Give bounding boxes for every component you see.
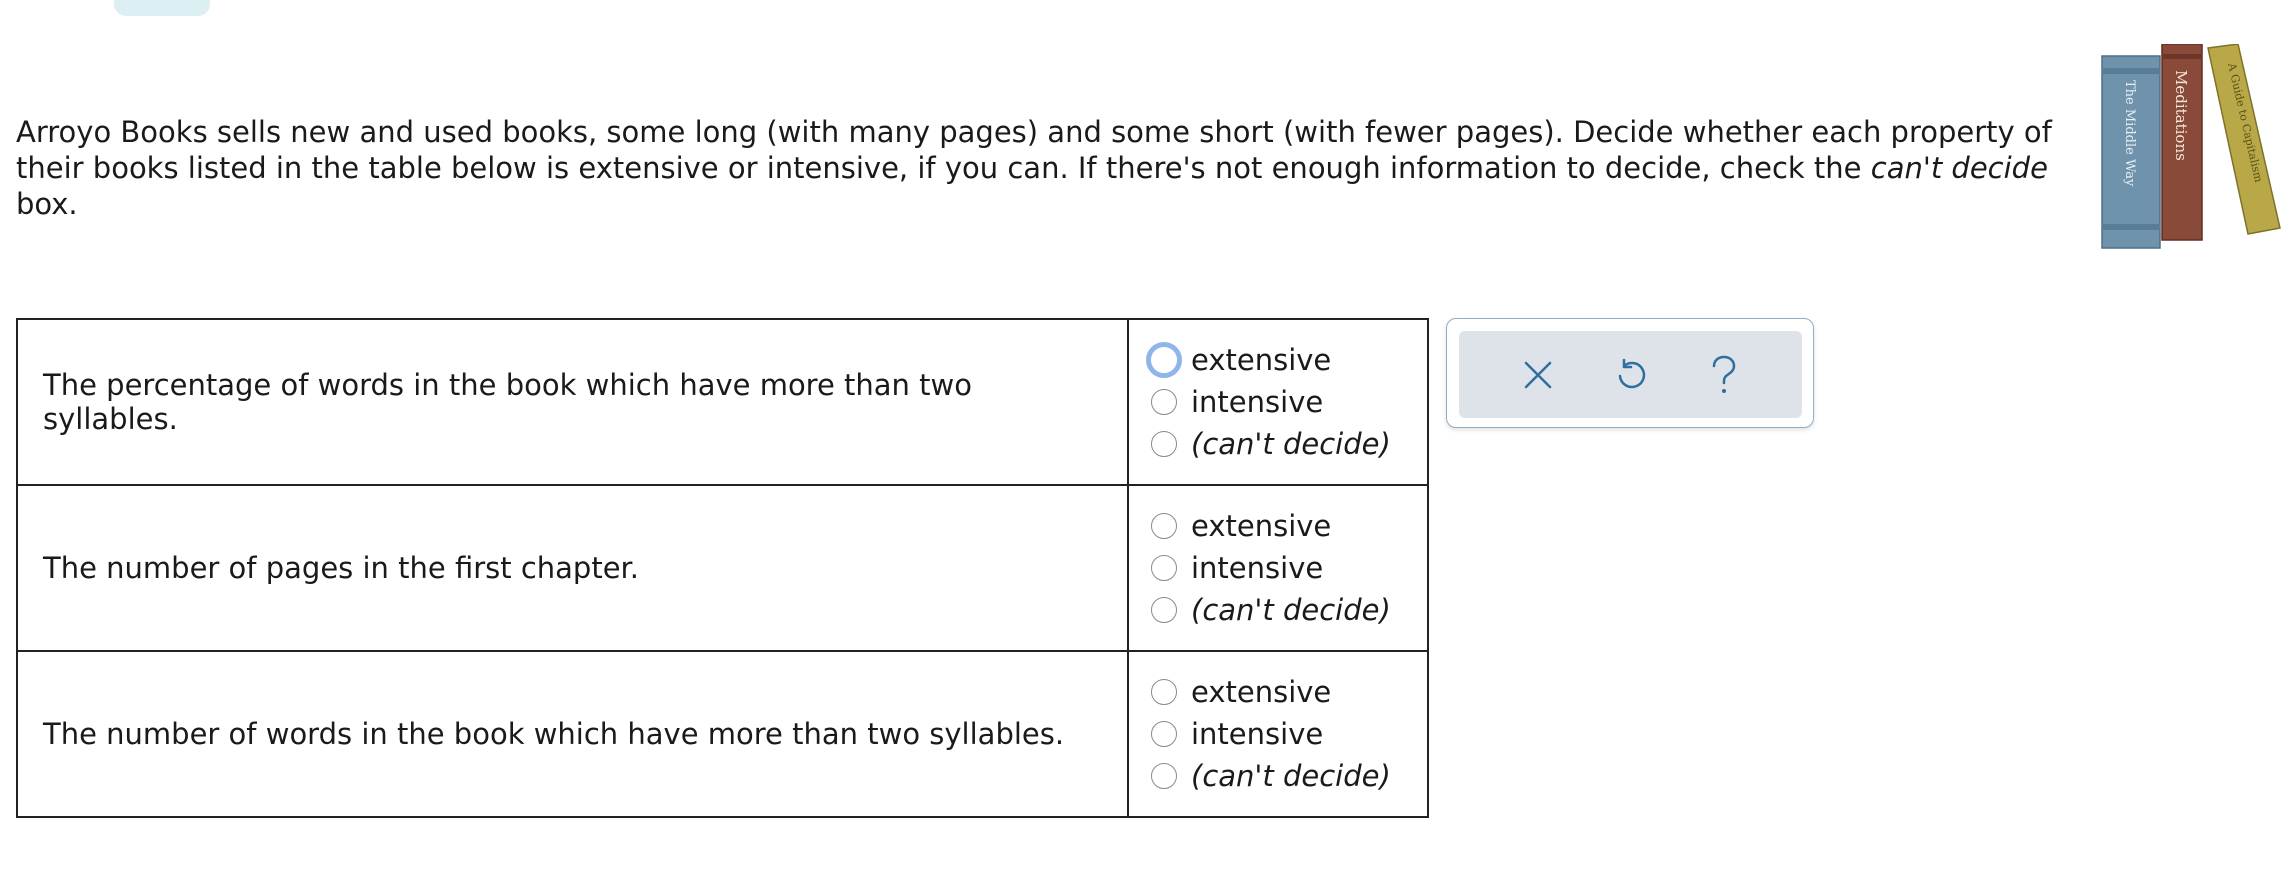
radio-button[interactable] xyxy=(1146,342,1182,378)
radio-button[interactable] xyxy=(1151,431,1177,457)
property-cell: The percentage of words in the book whic… xyxy=(16,318,1129,486)
option-label: extensive xyxy=(1191,343,1332,377)
radio-group-row-2: extensive intensive (can't decide) xyxy=(1129,505,1427,631)
option-intensive[interactable]: intensive xyxy=(1151,713,1427,755)
radio-button[interactable] xyxy=(1151,389,1177,415)
help-icon xyxy=(1712,355,1735,393)
top-tab xyxy=(114,0,210,16)
prompt-emphasis: can't decide xyxy=(1870,151,2048,185)
option-label: intensive xyxy=(1191,551,1324,585)
radio-group-row-1: extensive intensive (can't decide) xyxy=(1129,339,1427,465)
clear-button[interactable] xyxy=(1508,345,1568,405)
option-intensive[interactable]: intensive xyxy=(1151,381,1427,423)
property-cell: The number of pages in the first chapter… xyxy=(16,484,1129,652)
properties-table: The percentage of words in the book whic… xyxy=(16,318,1429,818)
book-title-2: Meditations xyxy=(2172,70,2190,161)
undo-icon xyxy=(1618,358,1645,388)
option-label: (can't decide) xyxy=(1191,427,1391,461)
option-extensive[interactable]: extensive xyxy=(1151,505,1427,547)
option-label: extensive xyxy=(1191,675,1332,709)
table-row: The number of words in the book which ha… xyxy=(16,650,1429,818)
choices-cell: extensive intensive (can't decide) xyxy=(1127,650,1429,818)
undo-button[interactable] xyxy=(1601,345,1661,405)
books-illustration: The Middle Way Meditations A Guide to Ca… xyxy=(2101,44,2281,249)
option-label: (can't decide) xyxy=(1191,593,1391,627)
radio-button[interactable] xyxy=(1151,597,1177,623)
radio-button[interactable] xyxy=(1151,513,1177,539)
help-button[interactable] xyxy=(1694,345,1754,405)
option-intensive[interactable]: intensive xyxy=(1151,547,1427,589)
radio-button[interactable] xyxy=(1151,721,1177,747)
option-extensive[interactable]: extensive xyxy=(1151,671,1427,713)
radio-button[interactable] xyxy=(1151,763,1177,789)
option-cant-decide[interactable]: (can't decide) xyxy=(1151,755,1427,797)
option-cant-decide[interactable]: (can't decide) xyxy=(1151,589,1427,631)
property-cell: The number of words in the book which ha… xyxy=(16,650,1129,818)
radio-button[interactable] xyxy=(1151,555,1177,581)
option-cant-decide[interactable]: (can't decide) xyxy=(1151,423,1427,465)
prompt-text-end: box. xyxy=(16,187,78,221)
table-row: The number of pages in the first chapter… xyxy=(16,484,1429,652)
table-row: The percentage of words in the book whic… xyxy=(16,318,1429,486)
option-label: intensive xyxy=(1191,385,1324,419)
option-label: (can't decide) xyxy=(1191,759,1391,793)
option-label: intensive xyxy=(1191,717,1324,751)
toolbar-buttons xyxy=(1459,331,1802,418)
choices-cell: extensive intensive (can't decide) xyxy=(1127,318,1429,486)
prompt-text: Arroyo Books sells new and used books, s… xyxy=(16,115,2052,185)
close-icon xyxy=(1524,361,1551,388)
option-extensive[interactable]: extensive xyxy=(1146,339,1427,381)
answer-toolbar xyxy=(1446,318,1814,428)
radio-group-row-3: extensive intensive (can't decide) xyxy=(1129,671,1427,797)
radio-button[interactable] xyxy=(1151,679,1177,705)
choices-cell: extensive intensive (can't decide) xyxy=(1127,484,1429,652)
book-title-1: The Middle Way xyxy=(2122,80,2137,187)
option-label: extensive xyxy=(1191,509,1332,543)
question-prompt: Arroyo Books sells new and used books, s… xyxy=(16,114,2096,222)
